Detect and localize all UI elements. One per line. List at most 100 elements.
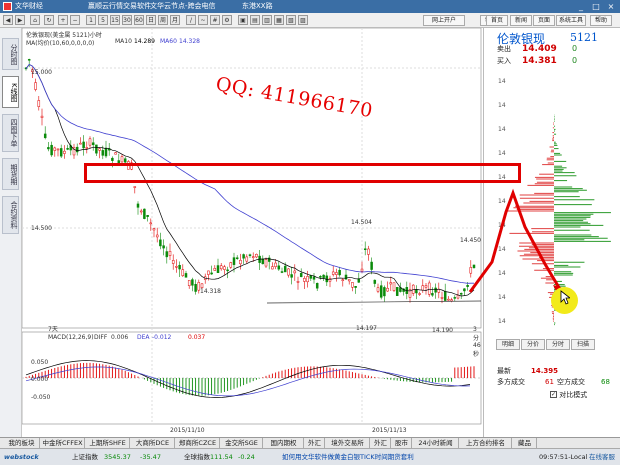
candle-body [290,274,293,278]
price-axis-label: 14.500 [31,225,52,232]
candle-body [111,157,114,161]
home-button[interactable]: 首页 [486,15,508,26]
candle-body [226,269,229,272]
news-button[interactable]: 新闻 [510,15,532,26]
system-tools-button[interactable]: 系统工具 [556,15,586,26]
window-icon[interactable]: ▥ [262,15,272,25]
page-button[interactable]: 页面 [533,15,555,26]
ticker-text[interactable]: 如何用文华软件做黄金白银TICK时间期货套利 [282,452,414,462]
candle-body [47,147,50,150]
period-icon[interactable]: 周 [158,15,168,25]
tab-timeshare-mini[interactable]: 分时 [546,339,570,350]
candle-body [459,292,463,295]
buy-row: 买入 14.381 0 [484,55,620,67]
price-level-label: 14 [498,198,506,205]
price-level-label: 14 [498,222,506,229]
period-icon[interactable]: 日 [146,15,156,25]
candle-body [306,276,309,283]
indicator-icon[interactable]: ~ [198,15,208,25]
window-subtitle-1: 赢顺云行情交易软件 [88,2,151,10]
tab-kline[interactable]: K线图 [2,76,19,108]
maximize-icon[interactable]: □ [589,1,603,12]
mouse-cursor-icon [560,290,570,305]
window-subtitle-2: 文华云节点-跨会电信 [150,2,216,10]
period-icon[interactable]: 5 [98,15,108,25]
candle-body [354,286,357,288]
candle-body [280,271,284,273]
tab-futures[interactable]: 期货期 [2,158,19,190]
draw-line-icon[interactable]: / [186,15,196,25]
window-icon[interactable]: ▧ [286,15,296,25]
period-icon[interactable]: 1 [86,15,96,25]
dea-line [25,366,471,397]
candle-body [386,287,389,292]
candle-body [235,257,239,259]
candle-body [114,152,117,155]
dif-label: DIFF [94,334,108,341]
window-icon[interactable]: ▦ [274,15,284,25]
tab-price-dist[interactable]: 分价 [521,339,545,350]
forward-icon[interactable]: ▶ [15,15,25,25]
candle-body [223,266,226,270]
period-icon[interactable]: 30 [122,15,132,25]
buy-label: 买入 [497,57,511,65]
candle-body [43,133,47,139]
online-service-button[interactable]: 在线客服 [589,452,615,462]
grid-icon[interactable]: # [210,15,220,25]
sell-row: 卖出 14.409 0 [484,43,620,55]
sell-label: 卖出 [497,45,511,53]
price-level-label: 14 [498,246,506,253]
open-account-button[interactable]: 网上开户 [423,15,465,26]
candle-body [376,287,380,292]
zoom-out-icon[interactable]: − [70,15,80,25]
period-icon[interactable]: 60 [134,15,144,25]
candle-body [312,276,316,280]
candle-body [472,264,476,269]
compare-mode-checkbox[interactable]: ✓ [550,390,557,398]
tab-detail[interactable]: 明细 [496,339,520,350]
candle-body [194,284,197,292]
candle-body [315,282,319,289]
candle-body [341,279,345,281]
candle-body [421,285,425,291]
settings-icon[interactable]: ⚙ [222,15,232,25]
candle-body [277,265,281,270]
close-icon[interactable]: × [604,1,618,12]
candle-body [255,254,258,258]
macd-axis-label: 0.050 [31,359,49,366]
candle-body [367,248,370,255]
candle-body [56,148,60,151]
candle-body [389,282,393,285]
tab-contract-info[interactable]: 合约资料 [2,196,19,234]
candle-body [159,239,162,247]
candle-body [466,285,469,287]
title-bar: 文华财经 赢顺云行情交易软件 文华云节点-跨会电信 东港XX路 _ □ × [0,0,620,13]
refresh-icon[interactable]: ↻ [44,15,54,25]
window-icon[interactable]: ▨ [298,15,308,25]
tab-scan[interactable]: 扫描 [571,339,595,350]
candle-body [271,266,274,270]
period-icon[interactable]: 15 [110,15,120,25]
candle-body [261,258,265,265]
candle-body [139,210,143,213]
annotation-low-2: 14.197 [356,325,377,332]
window-icon[interactable]: ▣ [238,15,248,25]
window-icon[interactable]: ▤ [250,15,260,25]
compare-mode-row[interactable]: ✓ 对比模式 [550,390,587,400]
candle-body [37,100,41,107]
candle-body [229,262,233,268]
price-level-label: 14 [498,78,506,85]
help-button-2[interactable]: 帮助 [590,15,612,26]
annotation-low-3: 14.190 [432,327,453,334]
zoom-in-icon[interactable]: + [58,15,68,25]
candle-body [143,208,146,219]
period-icon[interactable]: 月 [170,15,180,25]
price-level-label: 14 [498,126,506,133]
home-icon[interactable]: ⌂ [30,15,40,25]
minimize-icon[interactable]: _ [574,1,588,12]
tab-four-charts[interactable]: 四图下单 [2,114,19,152]
candle-body [210,272,213,275]
back-icon[interactable]: ◀ [3,15,13,25]
candle-body [331,271,335,275]
tab-timeshare[interactable]: 分时图 [2,38,19,70]
